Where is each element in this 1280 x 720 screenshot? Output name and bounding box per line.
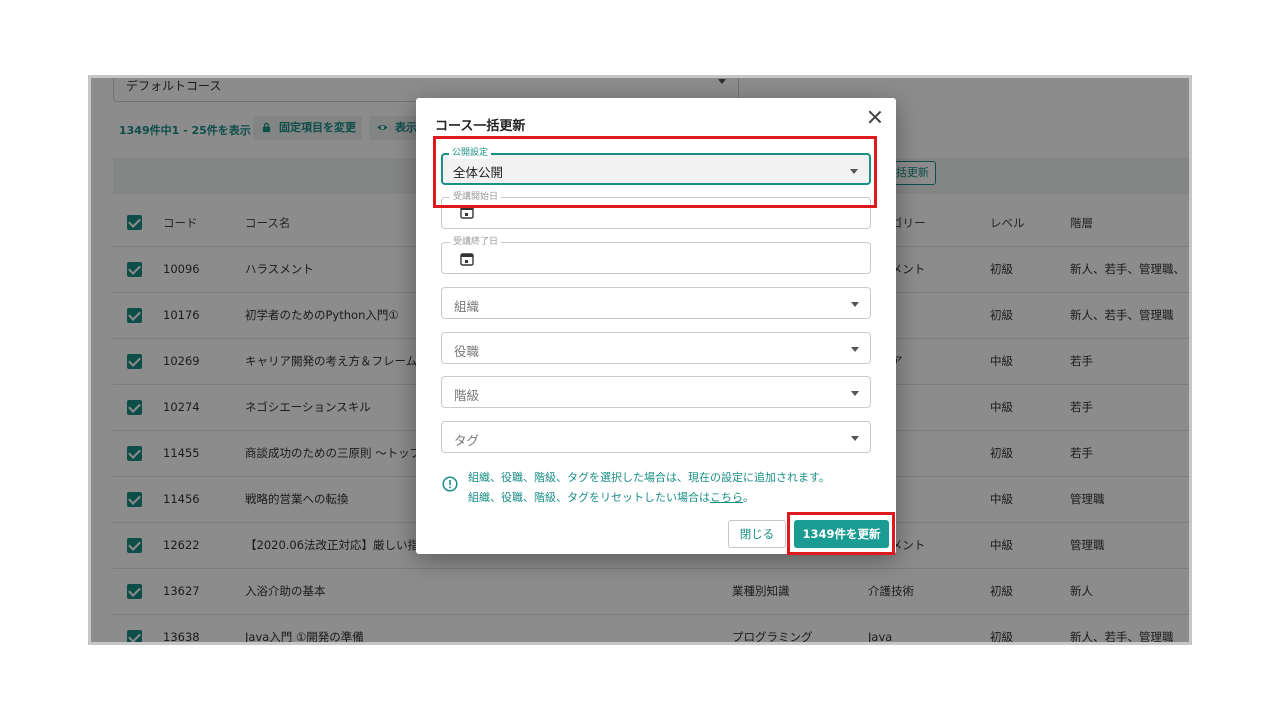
- notice-line-2-suffix: 。: [743, 491, 754, 504]
- position-placeholder: 役職: [454, 344, 480, 359]
- chevron-down-icon: [851, 436, 859, 441]
- dialog-title: コース一括更新: [435, 119, 526, 134]
- chevron-down-icon: [850, 169, 858, 174]
- notice-line-2-prefix: 組織、役職、階級、タグをリセットしたい場合は: [468, 491, 710, 504]
- organization-placeholder: 組織: [454, 299, 480, 314]
- end-date-label: 受講終了日: [450, 236, 502, 248]
- tag-select[interactable]: タグ: [441, 421, 871, 453]
- notice-line-2: 組織、役職、階級、タグをリセットしたい場合はこちら。: [468, 489, 754, 505]
- chevron-down-icon: [851, 302, 859, 307]
- calendar-icon[interactable]: [460, 205, 474, 219]
- publish-setting-select[interactable]: 公開設定 全体公開: [441, 147, 871, 185]
- chevron-down-icon: [851, 391, 859, 396]
- chevron-down-icon: [851, 347, 859, 352]
- start-date-field[interactable]: 受講開始日: [441, 191, 871, 229]
- organization-select[interactable]: 組織: [441, 287, 871, 319]
- grade-select[interactable]: 階級: [441, 376, 871, 408]
- end-date-field[interactable]: 受講終了日: [441, 236, 871, 274]
- publish-setting-label: 公開設定: [449, 147, 492, 159]
- close-button[interactable]: 閉じる: [728, 520, 786, 548]
- update-button[interactable]: 1349件を更新: [794, 520, 889, 548]
- publish-setting-value: 全体公開: [453, 165, 504, 180]
- info-icon: [442, 476, 458, 492]
- position-select[interactable]: 役職: [441, 332, 871, 364]
- calendar-icon[interactable]: [460, 252, 474, 266]
- close-icon[interactable]: [866, 108, 884, 126]
- bulk-update-dialog: コース一括更新 公開設定 全体公開 受講開始日 受講終了日 組織 役職 階級 タ…: [416, 98, 896, 554]
- tag-placeholder: タグ: [454, 433, 480, 448]
- start-date-label: 受講開始日: [450, 191, 502, 203]
- grade-placeholder: 階級: [454, 388, 480, 403]
- reset-link[interactable]: こちら: [710, 491, 743, 504]
- notice-line-1: 組織、役職、階級、タグを選択した場合は、現在の設定に追加されます。: [468, 471, 830, 484]
